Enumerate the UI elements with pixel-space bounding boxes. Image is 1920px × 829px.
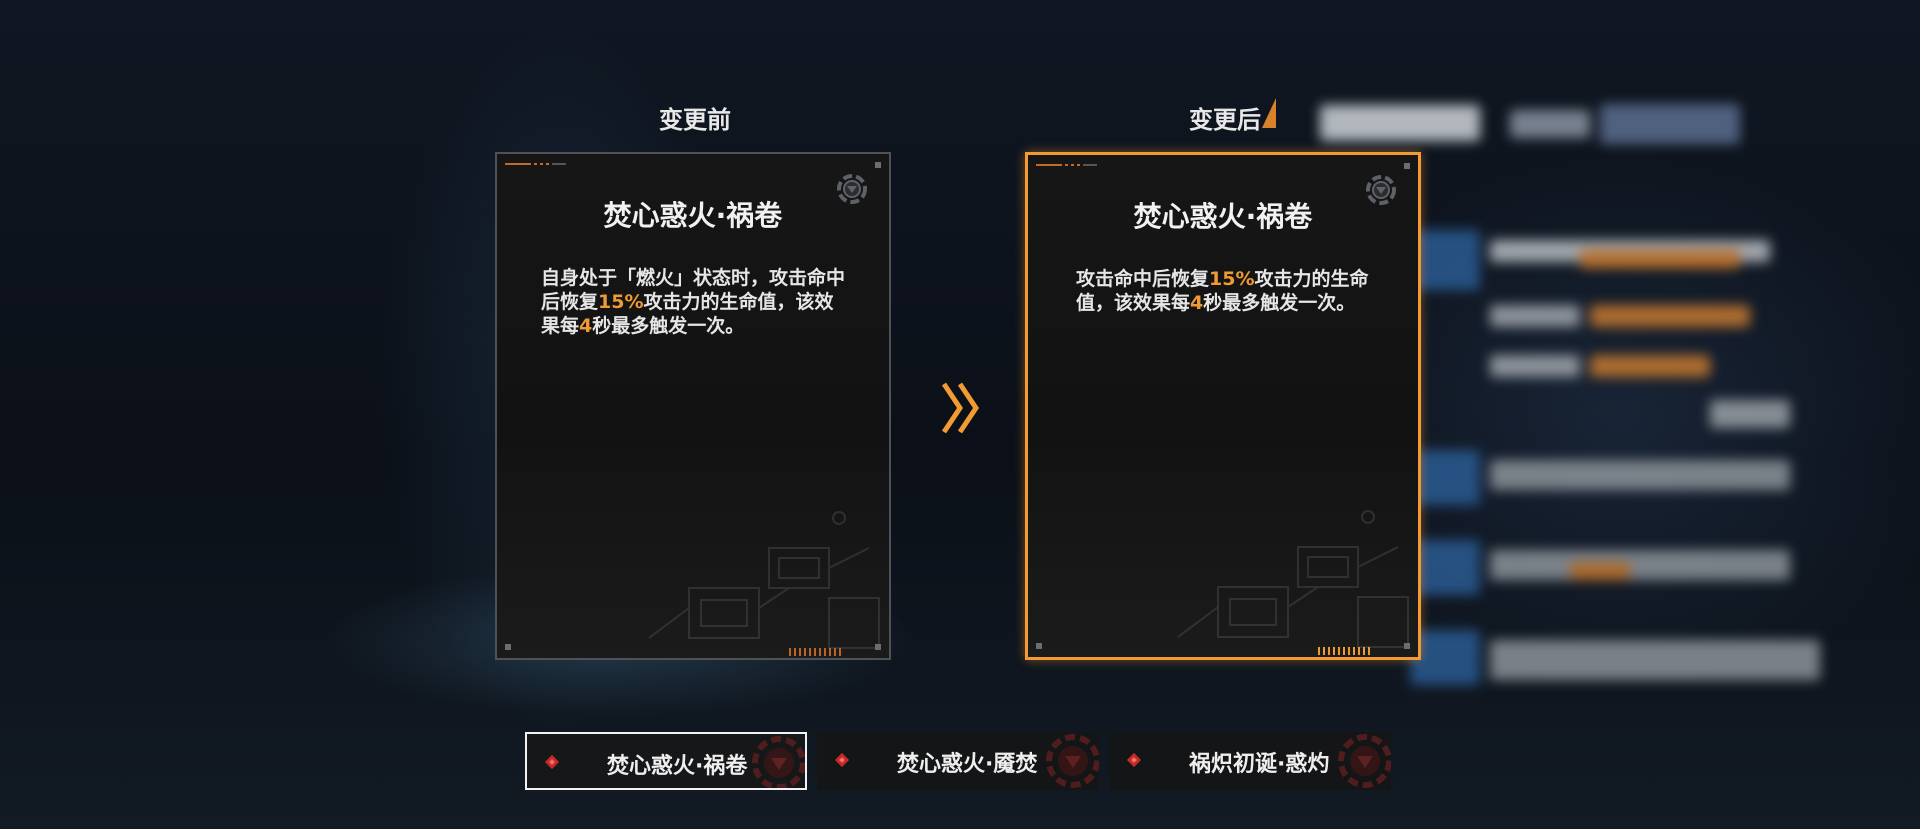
after-marker-icon bbox=[1262, 98, 1276, 128]
card-description: 自身处于「燃火」状态时，攻击命中后恢复15%攻击力的生命值，该效果每4秒最多触发… bbox=[541, 267, 846, 337]
tab-set-1[interactable]: 焚心惑火·祸卷 bbox=[525, 732, 807, 790]
card-bottom-ticks bbox=[789, 648, 843, 656]
tab-label: 焚心惑火·祸卷 bbox=[607, 754, 748, 779]
corner-mark bbox=[1404, 163, 1410, 169]
corner-mark bbox=[875, 162, 881, 168]
double-chevron-right-icon bbox=[941, 382, 980, 434]
circuit-pattern bbox=[1177, 510, 1409, 648]
before-card: 焚心惑火·祸卷 自身处于「燃火」状态时，攻击命中后恢复15%攻击力的生命值，该效… bbox=[495, 152, 891, 660]
gear-emblem-icon bbox=[1338, 734, 1391, 788]
after-card: 焚心惑火·祸卷 攻击命中后恢复15%攻击力的生命值，该效果每4秒最多触发一次。 bbox=[1025, 152, 1421, 660]
tab-label: 祸炽初诞·惑灼 bbox=[1189, 752, 1330, 777]
card-name: 焚心惑火·祸卷 bbox=[603, 199, 783, 232]
card-bottom-ticks bbox=[1318, 647, 1372, 655]
corner-mark bbox=[1036, 643, 1042, 649]
gear-emblem-icon bbox=[752, 736, 805, 788]
diamond-icon bbox=[834, 752, 850, 768]
diamond-icon bbox=[1126, 752, 1142, 768]
circuit-pattern bbox=[648, 511, 880, 649]
gear-emblem-icon bbox=[1046, 734, 1099, 788]
corner-mark bbox=[505, 644, 511, 650]
before-title: 变更前 bbox=[659, 106, 731, 134]
tab-label: 焚心惑火·魇焚 bbox=[897, 752, 1038, 777]
set-tab-bar: 焚心惑火·祸卷 焚心惑火·魇焚 祸炽初诞·惑灼 bbox=[525, 732, 1391, 790]
corner-mark bbox=[1404, 643, 1410, 649]
card-top-strip bbox=[505, 162, 566, 166]
after-title: 变更后 bbox=[1189, 106, 1261, 134]
diamond-icon bbox=[544, 754, 560, 770]
corner-mark bbox=[875, 644, 881, 650]
tab-set-2[interactable]: 焚心惑火·魇焚 bbox=[817, 732, 1099, 790]
card-top-strip bbox=[1036, 163, 1097, 167]
tab-set-3[interactable]: 祸炽初诞·惑灼 bbox=[1109, 732, 1391, 790]
card-description: 攻击命中后恢复15%攻击力的生命值，该效果每4秒最多触发一次。 bbox=[1076, 268, 1369, 314]
card-name: 焚心惑火·祸卷 bbox=[1133, 200, 1313, 233]
